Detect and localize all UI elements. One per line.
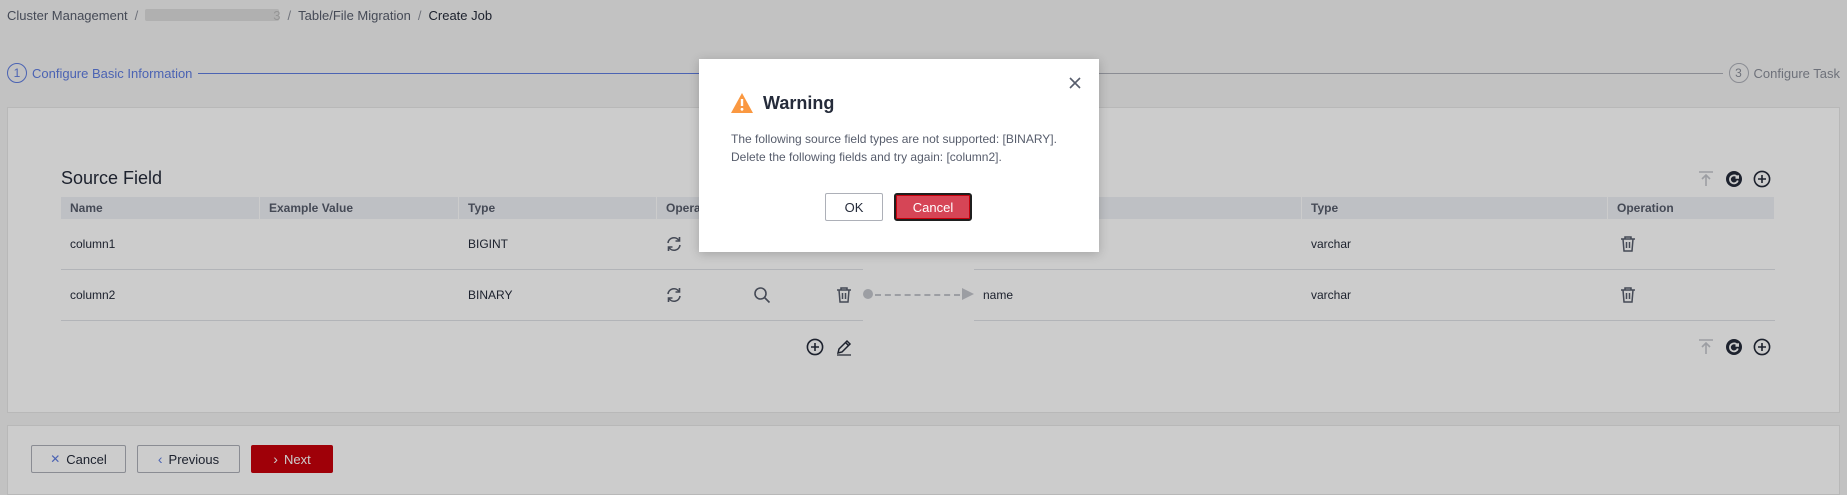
ok-button[interactable]: OK — [825, 193, 883, 221]
dialog-message-line: Delete the following fields and try agai… — [731, 150, 1002, 164]
dialog-message: The following source field types are not… — [731, 130, 1081, 166]
dialog-message-line: The following source field types are not… — [731, 132, 1057, 146]
close-icon[interactable] — [1067, 75, 1083, 91]
dialog-title: Warning — [763, 92, 835, 113]
dialog-header: Warning — [730, 92, 834, 114]
warning-dialog: Warning The following source field types… — [699, 59, 1099, 252]
warning-icon — [731, 93, 753, 113]
dialog-cancel-button[interactable]: Cancel — [894, 193, 972, 221]
